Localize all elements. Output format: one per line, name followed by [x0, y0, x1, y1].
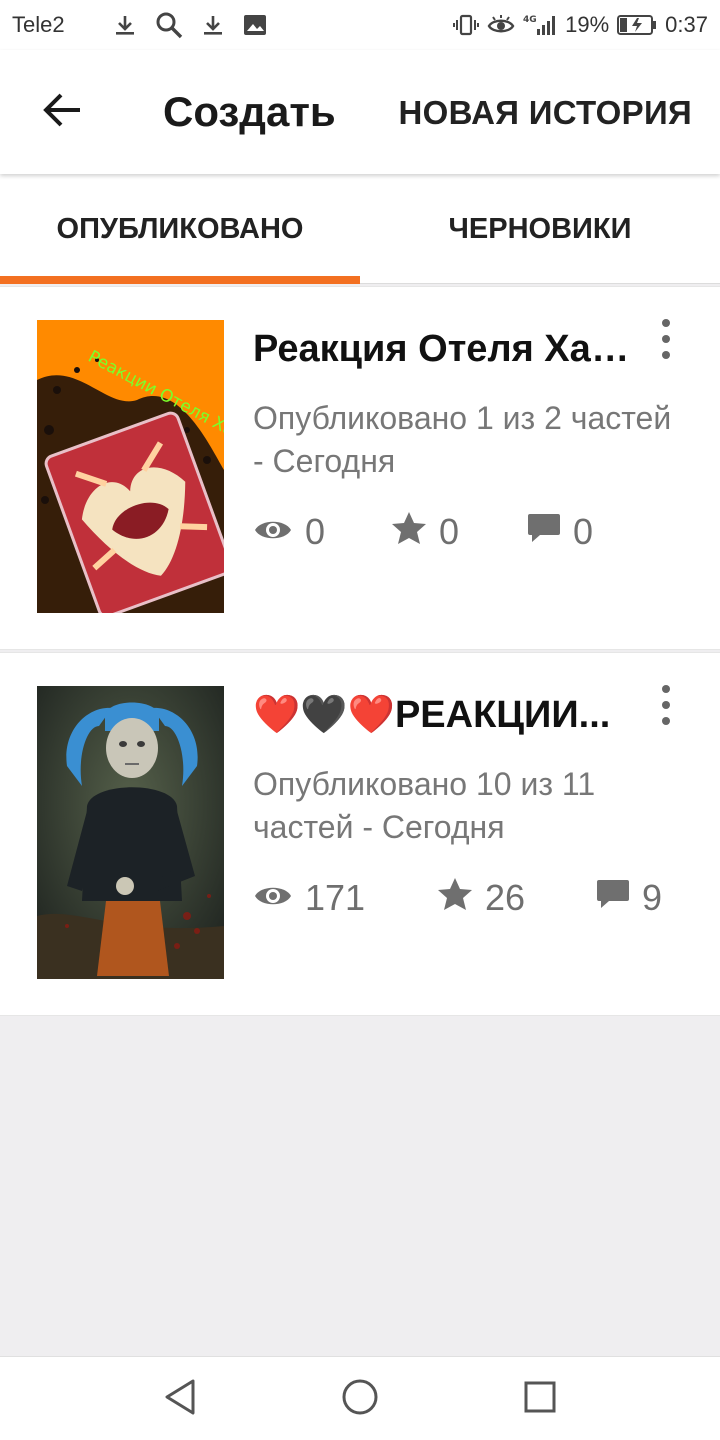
clock: 0:37 — [665, 12, 708, 37]
app-bar: Создать НОВАЯ ИСТОРИЯ — [0, 50, 720, 174]
system-nav-bar — [0, 1356, 720, 1440]
story-card[interactable]: ❤️🖤❤️РЕАКЦИИ... Опубликовано 10 из 11 ча… — [0, 652, 720, 1016]
home-circle-icon — [341, 1378, 379, 1421]
more-vert-icon — [662, 685, 670, 693]
recents-square-icon — [523, 1380, 557, 1419]
views-count: 0 — [305, 511, 326, 552]
tab-bar: ОПУБЛИКОВАНО ЧЕРНОВИКИ — [0, 174, 720, 284]
more-options-button[interactable] — [652, 683, 680, 727]
eye-icon — [487, 14, 515, 36]
battery-percent: 19% — [565, 12, 610, 37]
story-title[interactable]: Реакция Отеля Хазбин — [253, 325, 633, 373]
comments-stat: 0 — [527, 509, 593, 555]
back-button[interactable] — [36, 86, 88, 138]
story-title[interactable]: ❤️🖤❤️РЕАКЦИИ... — [253, 691, 633, 739]
votes-stat: 0 — [391, 509, 459, 555]
image-icon — [243, 14, 267, 36]
status-bar: Tele2 4G 19% 0:37 — [0, 0, 720, 50]
new-story-button[interactable]: НОВАЯ ИСТОРИЯ — [399, 90, 693, 136]
comment-icon — [596, 877, 642, 919]
back-triangle-icon — [163, 1378, 197, 1421]
views-stat: 0 — [253, 509, 325, 555]
votes-count: 26 — [485, 877, 526, 918]
eye-icon — [253, 511, 305, 553]
nav-home-button[interactable] — [340, 1379, 380, 1419]
comments-count: 9 — [642, 877, 663, 918]
more-vert-icon-dot — [662, 335, 670, 343]
story-stats: 171 26 9 — [253, 875, 693, 921]
story-card[interactable]: Реакции Отеля Хазбин Реакция Отеля Хазби… — [0, 286, 720, 650]
tab-indicator — [0, 276, 360, 284]
tab-published[interactable]: ОПУБЛИКОВАНО — [0, 174, 360, 284]
story-stats: 0 0 0 — [253, 509, 693, 555]
story-meta: Опубликовано 10 из 11 частей - Сегодня — [253, 766, 596, 845]
signal-4g-icon: 4G — [523, 13, 557, 37]
more-vert-icon-dot — [662, 351, 670, 359]
story-cover[interactable]: Реакции Отеля Хазбин — [37, 320, 224, 613]
arrow-left-icon — [42, 92, 82, 133]
story-cover[interactable] — [37, 686, 224, 979]
tab-drafts[interactable]: ЧЕРНОВИКИ — [360, 174, 720, 284]
download-icon — [113, 13, 137, 37]
votes-count: 0 — [439, 511, 460, 552]
battery-charging-icon — [617, 14, 657, 36]
star-icon — [437, 877, 485, 920]
views-stat: 171 — [253, 875, 365, 921]
votes-stat: 26 — [437, 875, 525, 921]
download-icon — [201, 13, 225, 37]
more-vert-icon-dot — [662, 717, 670, 725]
comment-icon — [527, 511, 573, 553]
comments-stat: 9 — [596, 875, 662, 921]
vibrate-icon — [453, 14, 480, 36]
story-meta: Опубликовано 1 из 2 частей - Сегодня — [253, 400, 672, 479]
svg-text:4G: 4G — [523, 15, 537, 25]
eye-icon — [253, 877, 305, 919]
more-options-button[interactable] — [652, 317, 680, 361]
nav-recents-button[interactable] — [520, 1379, 560, 1419]
star-icon — [391, 511, 439, 554]
search-icon — [155, 11, 183, 39]
more-vert-icon-dot — [662, 701, 670, 709]
nav-back-button[interactable] — [160, 1379, 200, 1419]
page-title: Создать — [163, 88, 336, 135]
carrier-label: Tele2 — [12, 12, 65, 37]
views-count: 171 — [305, 877, 366, 918]
more-vert-icon — [662, 319, 670, 327]
comments-count: 0 — [573, 511, 594, 552]
